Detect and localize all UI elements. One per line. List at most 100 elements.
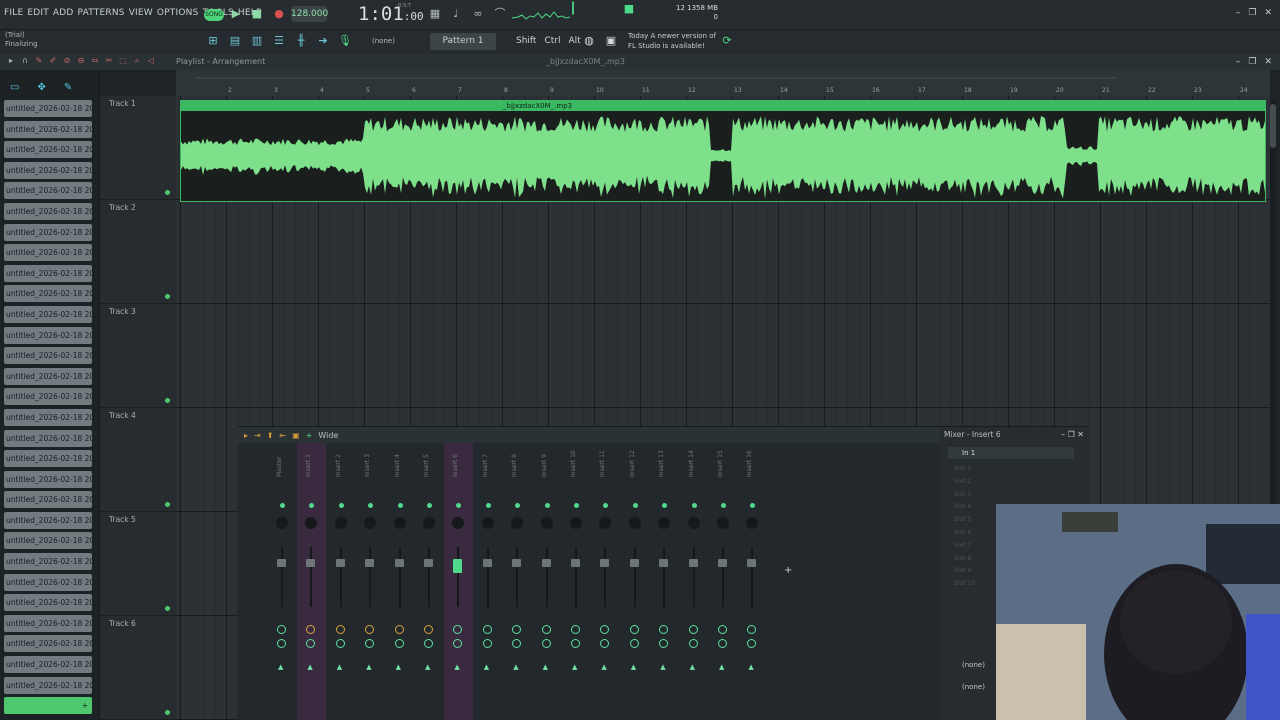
- mixer-menu-icon[interactable]: ▸: [244, 431, 248, 440]
- scrollbar-thumb[interactable]: [1270, 104, 1276, 148]
- route-knob[interactable]: [512, 625, 522, 634]
- mixer-strip[interactable]: Insert 13 ▲: [650, 443, 679, 720]
- online-icon[interactable]: ◍: [582, 34, 596, 48]
- menu-file[interactable]: FILE: [4, 8, 23, 18]
- mixer-add-icon[interactable]: +: [306, 431, 313, 440]
- mixer-strip[interactable]: Insert 7 ▲: [474, 443, 503, 720]
- mute-dot[interactable]: [368, 503, 374, 508]
- send-knob[interactable]: [541, 639, 551, 648]
- audio-input-label[interactable]: (none): [372, 37, 395, 45]
- track-enable-dot[interactable]: [165, 710, 170, 715]
- alt-key[interactable]: Alt: [568, 36, 580, 46]
- track-header[interactable]: Track 5: [100, 512, 176, 616]
- pan-knob[interactable]: [746, 517, 759, 529]
- mixer-arrow-icon[interactable]: ⇥: [254, 431, 261, 440]
- menu-arrow-icon[interactable]: ▸: [6, 56, 16, 67]
- pattern-item[interactable]: untitled_2026-02-18 20-: [4, 244, 92, 262]
- route-knob[interactable]: [541, 625, 551, 634]
- maximize-icon[interactable]: ❐: [1248, 8, 1256, 18]
- effect-slot[interactable]: Slot 2: [954, 478, 971, 485]
- route-knob[interactable]: [659, 625, 669, 634]
- mixer-strip[interactable]: Insert 14 ▲: [680, 443, 709, 720]
- piano-roll-icon[interactable]: ▥: [250, 34, 264, 48]
- send-arrow-icon[interactable]: ▲: [337, 663, 342, 671]
- pattern-item[interactable]: untitled_2026-02-18 20-: [4, 635, 92, 653]
- send-knob[interactable]: [365, 639, 375, 648]
- pattern-item[interactable]: untitled_2026-02-18 20-: [4, 100, 92, 117]
- mute-dot[interactable]: [632, 503, 638, 508]
- menu-edit[interactable]: EDIT: [27, 8, 49, 18]
- pan-knob[interactable]: [717, 517, 729, 529]
- mute-dot[interactable]: [544, 503, 550, 508]
- output-selector-1[interactable]: (none): [962, 661, 985, 669]
- pan-knob[interactable]: [452, 517, 465, 529]
- input-selector[interactable]: In 1: [948, 447, 1074, 459]
- track-enable-dot[interactable]: [165, 294, 170, 299]
- track-enable-dot[interactable]: [165, 502, 170, 507]
- effect-slot[interactable]: Slot 8: [954, 555, 971, 562]
- pattern-item[interactable]: untitled_2026-02-18 20-: [4, 532, 92, 550]
- minimize-icon[interactable]: –: [1236, 8, 1241, 18]
- insert-minimize-icon[interactable]: –: [1061, 430, 1065, 439]
- track-header[interactable]: Track 3: [100, 304, 176, 408]
- send-arrow-icon[interactable]: ▲: [278, 663, 283, 671]
- mixer-icon[interactable]: ╫: [294, 34, 308, 48]
- volume-fader[interactable]: [365, 559, 375, 567]
- pattern-item[interactable]: untitled_2026-02-18 20-: [4, 367, 92, 385]
- route-knob[interactable]: [453, 625, 463, 634]
- mute-dot[interactable]: [338, 503, 344, 508]
- shift-key[interactable]: Shift: [516, 36, 536, 46]
- send-knob[interactable]: [659, 639, 669, 648]
- mixer-strip[interactable]: Insert 6 ▲: [444, 443, 474, 720]
- pattern-item[interactable]: untitled_2026-02-18 20-: [4, 223, 92, 241]
- mute-dot[interactable]: [721, 503, 726, 508]
- mixer-add-track-icon[interactable]: +: [784, 565, 792, 576]
- volume-fader[interactable]: [659, 559, 669, 567]
- pattern-selector[interactable]: Pattern 1: [430, 33, 496, 50]
- menu-add[interactable]: ADD: [53, 8, 74, 18]
- step-edit-icon[interactable]: ♩: [449, 7, 463, 21]
- playlist-minimize-icon[interactable]: –: [1236, 57, 1241, 67]
- send-knob[interactable]: [424, 639, 433, 648]
- menu-patterns[interactable]: PATTERNS: [78, 8, 125, 18]
- pan-knob[interactable]: [423, 517, 435, 529]
- close-icon[interactable]: ✕: [1264, 8, 1272, 18]
- mute-dot[interactable]: [456, 503, 462, 508]
- pan-knob[interactable]: [628, 517, 641, 529]
- pattern-item[interactable]: untitled_2026-02-18 20-: [4, 347, 92, 365]
- pattern-item[interactable]: untitled_2026-02-18 20-: [4, 470, 92, 488]
- delete-icon[interactable]: ⊘: [62, 56, 72, 67]
- route-knob[interactable]: [688, 625, 698, 634]
- browser-icon[interactable]: ➔: [316, 34, 330, 48]
- send-arrow-icon[interactable]: ▲: [601, 663, 606, 671]
- record-icon[interactable]: ●: [272, 7, 286, 21]
- effect-slot[interactable]: Slot 3: [954, 491, 971, 498]
- route-knob[interactable]: [394, 625, 404, 634]
- master-volume-knob-icon[interactable]: ┃: [566, 2, 580, 16]
- volume-fader[interactable]: [600, 559, 610, 567]
- mixer-strip[interactable]: Insert 11 ▲: [591, 443, 620, 720]
- send-arrow-icon[interactable]: ▲: [719, 663, 724, 671]
- pan-knob[interactable]: [276, 517, 288, 529]
- mute-dot[interactable]: [603, 503, 609, 508]
- mixer-strip[interactable]: Insert 4 ▲: [386, 443, 415, 720]
- mixer-strip[interactable]: Insert 15 ▲: [709, 443, 738, 720]
- mute-icon[interactable]: ⊖: [76, 56, 86, 67]
- pan-knob[interactable]: [658, 517, 671, 529]
- volume-fader[interactable]: [424, 559, 433, 567]
- effect-slot[interactable]: Slot 5: [954, 516, 971, 523]
- route-knob[interactable]: [306, 625, 316, 634]
- pattern-item[interactable]: untitled_2026-02-18 20-: [4, 614, 92, 632]
- send-knob[interactable]: [600, 639, 610, 648]
- effect-slot[interactable]: Slot 6: [954, 529, 971, 536]
- track-header[interactable]: Track 6: [100, 616, 176, 720]
- track-enable-dot[interactable]: [165, 190, 170, 195]
- mute-dot[interactable]: [280, 503, 285, 508]
- insert-close-icon[interactable]: ✕: [1077, 430, 1084, 439]
- picker-move-icon[interactable]: ✥: [37, 82, 45, 100]
- volume-fader[interactable]: [541, 559, 551, 567]
- route-knob[interactable]: [718, 625, 727, 634]
- volume-fader[interactable]: [453, 559, 463, 573]
- send-knob[interactable]: [277, 639, 286, 648]
- send-arrow-icon[interactable]: ▲: [543, 663, 548, 671]
